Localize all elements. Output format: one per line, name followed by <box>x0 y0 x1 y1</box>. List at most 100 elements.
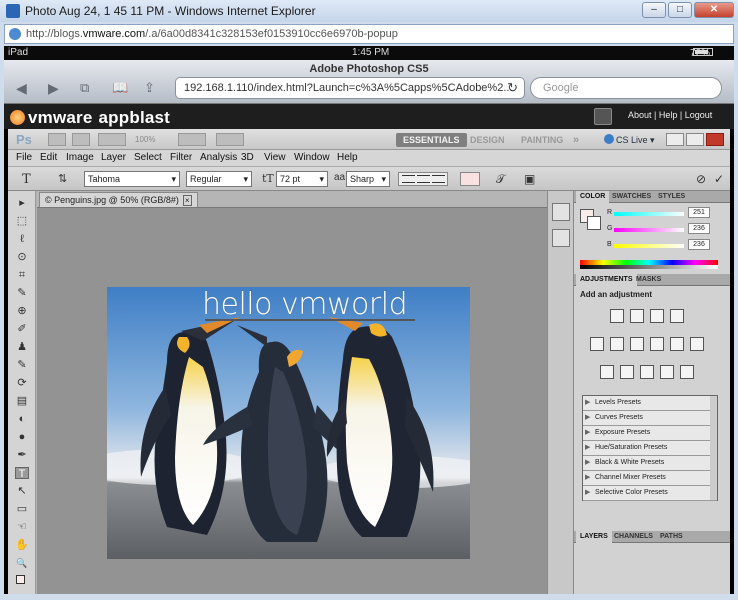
photo-filter-icon[interactable] <box>670 337 684 351</box>
preset-channel-mixer[interactable]: Channel Mixer Presets <box>583 471 717 486</box>
history-brush-tool-icon[interactable]: ✎ <box>15 359 29 371</box>
ps-minimize-button[interactable] <box>666 133 684 146</box>
posterize-icon[interactable] <box>620 365 634 379</box>
reload-icon[interactable]: ↻ <box>507 78 518 98</box>
cancel-icon[interactable]: ⊘ <box>696 172 706 186</box>
slider-r[interactable] <box>614 212 684 216</box>
preset-levels[interactable]: Levels Presets <box>583 396 717 411</box>
type-tool-icon[interactable]: T <box>15 467 29 480</box>
threshold-icon[interactable] <box>640 365 654 379</box>
zoom-tool-icon[interactable]: 🔍 <box>15 557 29 569</box>
foreground-color-swatch[interactable] <box>16 575 25 584</box>
eyedropper-tool-icon[interactable]: ✎ <box>15 287 29 299</box>
character-panel-icon[interactable]: ▣ <box>524 172 535 186</box>
slider-b[interactable] <box>614 244 684 248</box>
menu-filter[interactable]: Filter <box>170 152 192 163</box>
menu-file[interactable]: File <box>16 152 32 163</box>
menu-analysis[interactable]: Analysis <box>200 152 237 163</box>
tab-masks[interactable]: MASKS <box>632 274 665 286</box>
tab-swatches[interactable]: SWATCHES <box>608 191 655 203</box>
warp-text-icon[interactable]: 𝒯 <box>496 172 505 187</box>
tab-styles[interactable]: STYLES <box>654 191 689 203</box>
blur-tool-icon[interactable]: ◐ <box>15 413 29 425</box>
exposure-icon[interactable] <box>670 309 684 323</box>
path-select-tool-icon[interactable]: ↖ <box>15 485 29 497</box>
pages-icon[interactable]: ⧉ <box>80 80 89 96</box>
black-white-icon[interactable] <box>650 337 664 351</box>
type-tool-preset-icon[interactable]: T <box>22 172 31 187</box>
brush-tool-icon[interactable]: ✐ <box>15 323 29 335</box>
keyboard-button[interactable] <box>594 108 612 125</box>
workspace-painting[interactable]: PAINTING <box>514 133 570 147</box>
text-color-swatch[interactable] <box>460 172 480 186</box>
preset-black-white[interactable]: Black & White Presets <box>583 456 717 471</box>
actions-panel-icon[interactable] <box>552 229 570 247</box>
curves-icon[interactable] <box>650 309 664 323</box>
color-bg-swatch[interactable] <box>587 216 601 230</box>
dodge-tool-icon[interactable]: ● <box>15 431 29 443</box>
share-icon[interactable]: ⇪ <box>144 80 155 96</box>
workspace-essentials[interactable]: ESSENTIALS <box>396 133 467 147</box>
canvas-image[interactable]: hello vmworld <box>107 287 470 559</box>
zoom-level[interactable]: 100% <box>135 135 155 144</box>
menu-help[interactable]: Help <box>337 152 358 163</box>
menu-image[interactable]: Image <box>66 152 94 163</box>
view-extras-button[interactable] <box>98 133 126 146</box>
healing-tool-icon[interactable]: ⊕ <box>15 305 29 317</box>
document-close-icon[interactable]: × <box>182 195 192 206</box>
preset-hue-saturation[interactable]: Hue/Saturation Presets <box>583 441 717 456</box>
selective-color-icon[interactable] <box>680 365 694 379</box>
minimize-button[interactable]: – <box>642 2 666 18</box>
tab-paths[interactable]: PATHS <box>656 531 687 543</box>
history-panel-icon[interactable] <box>552 203 570 221</box>
search-input[interactable]: Google <box>530 77 722 99</box>
gradient-map-icon[interactable] <box>660 365 674 379</box>
tab-adjustments[interactable]: ADJUSTMENTS <box>576 274 637 286</box>
pen-tool-icon[interactable]: ✒ <box>15 449 29 461</box>
marquee-tool-icon[interactable]: ⬚ <box>15 215 29 227</box>
color-balance-icon[interactable] <box>630 337 644 351</box>
menu-window[interactable]: Window <box>294 152 330 163</box>
canvas-text-layer[interactable]: hello vmworld <box>202 287 408 322</box>
tab-layers[interactable]: LAYERS <box>576 531 612 543</box>
maximize-button[interactable]: □ <box>668 2 692 18</box>
url-field[interactable]: 192.168.1.110/index.html?Launch=c%3A%5Ca… <box>175 77 525 99</box>
menu-layer[interactable]: Layer <box>101 152 126 163</box>
gradient-tool-icon[interactable]: ▤ <box>15 395 29 407</box>
value-r[interactable]: 251 <box>688 207 710 218</box>
preset-exposure[interactable]: Exposure Presets <box>583 426 717 441</box>
minibridge-button[interactable] <box>72 133 90 146</box>
back-icon[interactable]: ◀ <box>16 80 27 97</box>
menu-view[interactable]: View <box>264 152 286 163</box>
more-workspaces[interactable]: » <box>566 133 586 147</box>
quick-select-tool-icon[interactable]: ⊙ <box>15 251 29 263</box>
ps-maximize-button[interactable] <box>686 133 704 146</box>
font-size-select[interactable]: 72 pt <box>276 171 328 187</box>
cs-live-button[interactable]: CS Live ▾ <box>604 134 655 146</box>
move-tool-icon[interactable]: ▸ <box>15 197 29 209</box>
screen-mode-button[interactable] <box>216 133 244 146</box>
hand-tool-icon[interactable]: ✋ <box>15 539 29 551</box>
text-orientation-icon[interactable]: ⇅ <box>58 172 67 185</box>
levels-icon[interactable] <box>630 309 644 323</box>
ie-address-bar[interactable]: http://blogs.vmware.com/.a/6a00d8341c328… <box>4 24 734 44</box>
vibrance-icon[interactable] <box>590 337 604 351</box>
tab-channels[interactable]: CHANNELS <box>610 531 657 543</box>
bridge-button[interactable] <box>48 133 66 146</box>
color-spectrum-ramp[interactable] <box>580 260 718 269</box>
invert-icon[interactable] <box>600 365 614 379</box>
arrange-docs-button[interactable] <box>178 133 206 146</box>
lasso-tool-icon[interactable]: ℓ <box>15 233 29 245</box>
crop-tool-icon[interactable]: ⌗ <box>15 269 29 281</box>
menu-edit[interactable]: Edit <box>40 152 57 163</box>
preset-selective-color[interactable]: Selective Color Presets <box>583 486 717 501</box>
ps-close-button[interactable] <box>706 133 724 146</box>
tab-color[interactable]: COLOR <box>576 191 610 203</box>
menu-select[interactable]: Select <box>134 152 162 163</box>
clone-stamp-tool-icon[interactable]: ♟ <box>15 341 29 353</box>
preset-curves[interactable]: Curves Presets <box>583 411 717 426</box>
3d-rotate-tool-icon[interactable]: ☜ <box>15 521 29 533</box>
slider-g[interactable] <box>614 228 684 232</box>
document-tab[interactable]: © Penguins.jpg @ 50% (RGB/8#) × <box>39 192 198 207</box>
presets-scrollbar[interactable] <box>710 396 717 500</box>
